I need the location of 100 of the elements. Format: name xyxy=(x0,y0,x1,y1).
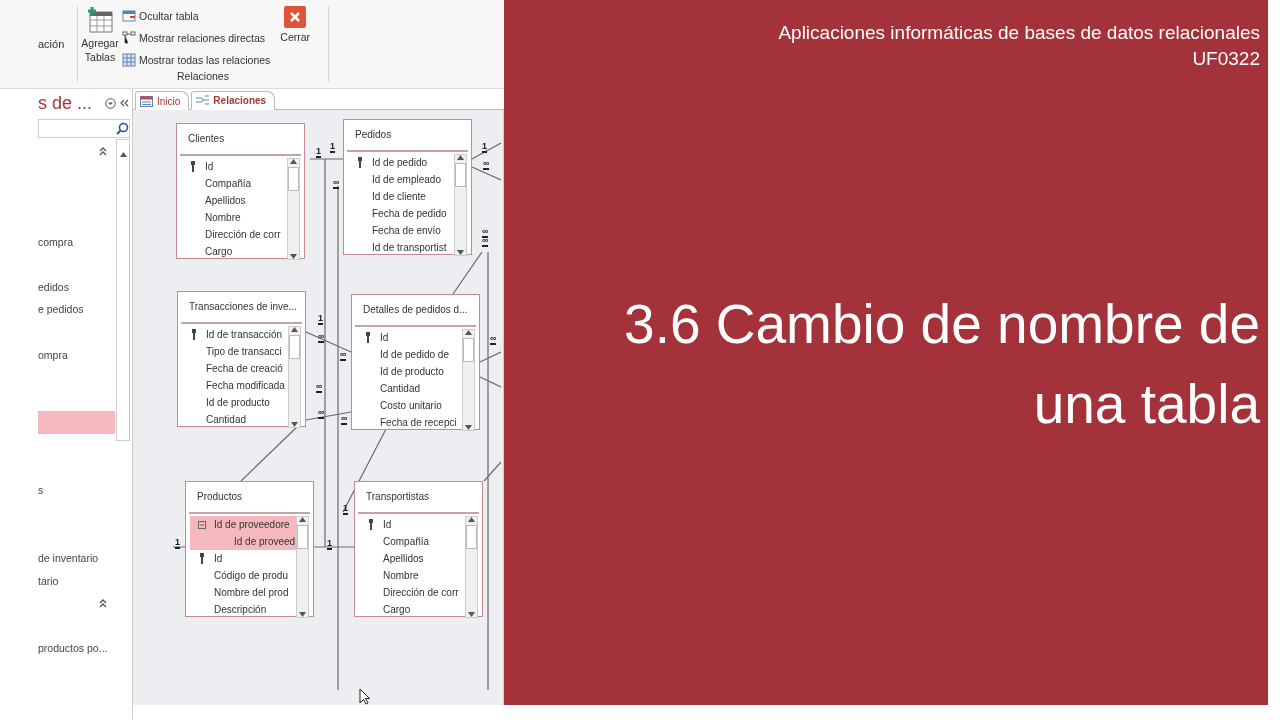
scrollbar[interactable] xyxy=(465,516,478,618)
table-title[interactable]: Clientes xyxy=(180,124,301,156)
collapse-icon[interactable] xyxy=(99,598,107,608)
scroll-up-icon[interactable] xyxy=(457,155,464,160)
close-button[interactable]: Cerrar xyxy=(278,6,313,44)
table-title[interactable]: Pedidos xyxy=(347,120,468,152)
scroll-thumb[interactable] xyxy=(466,525,477,549)
scroll-thumb[interactable] xyxy=(463,338,474,362)
table-window[interactable]: Transportistas Id Compañía Apellidos Nombre Dirección de corr Cargo xyxy=(354,481,483,617)
field-name[interactable]: Cantidad xyxy=(206,414,247,425)
scroll-up-icon[interactable] xyxy=(291,327,298,332)
field-name[interactable]: Id de pedido de xyxy=(380,349,449,360)
field-name[interactable]: Nombre xyxy=(383,570,419,581)
scroll-thumb[interactable] xyxy=(288,167,299,191)
scrollbar[interactable] xyxy=(287,158,300,260)
search-icon[interactable] xyxy=(116,122,129,135)
field-name[interactable]: Id xyxy=(383,519,392,530)
ribbon-label[interactable]: ación xyxy=(38,38,65,50)
hide-table-icon xyxy=(122,9,136,23)
field-name[interactable]: Apellidos xyxy=(205,195,246,206)
table-window[interactable]: Transacciones de inve... Id de transacción Tipo de transacci Fecha de creació Fecha modificada Id de producto Cantidad xyxy=(177,291,306,427)
ribbon-button[interactable]: Mostrar todas las relaciones xyxy=(122,50,271,70)
document-tab[interactable]: Relaciones xyxy=(191,91,276,110)
course-title: Aplicaciones informáticas de bases de datos relacionales xyxy=(778,21,1260,45)
scroll-up-icon[interactable] xyxy=(119,152,127,157)
scroll-up-icon[interactable] xyxy=(468,517,475,522)
scroll-thumb[interactable] xyxy=(297,525,308,549)
table-window[interactable]: Pedidos Id de pedido Id de empleado Id de cliente Fecha de pedido Fecha de envío Id de transportist xyxy=(343,119,472,255)
table-window[interactable]: Clientes Id Compañía Apellidos Nombre Dirección de corr Cargo xyxy=(176,123,305,259)
table-title[interactable]: Productos xyxy=(189,482,310,514)
scroll-down-icon[interactable] xyxy=(465,425,472,430)
field-name[interactable]: Cantidad xyxy=(380,383,421,394)
nav-item[interactable]: compra xyxy=(38,235,73,248)
field-name[interactable]: Código de produ xyxy=(214,570,288,581)
scrollbar[interactable] xyxy=(116,139,130,441)
dropdown-icon[interactable] xyxy=(105,97,116,109)
scroll-down-icon[interactable] xyxy=(457,250,464,255)
field-name[interactable]: Id xyxy=(214,553,223,564)
field-name[interactable]: Cargo xyxy=(205,246,233,257)
scroll-up-icon[interactable] xyxy=(465,330,472,335)
collapse-pane-icon[interactable] xyxy=(120,99,129,107)
scroll-thumb[interactable] xyxy=(455,163,466,187)
scroll-up-icon[interactable] xyxy=(299,517,306,522)
scroll-down-icon[interactable] xyxy=(468,612,475,617)
search-field[interactable] xyxy=(38,119,130,138)
field-name[interactable]: Id de empleado xyxy=(372,174,441,185)
field-name[interactable]: Compañía xyxy=(205,178,252,189)
field-name[interactable]: Nombre xyxy=(205,212,241,223)
cardinality-label: 1 xyxy=(318,314,323,325)
table-title[interactable]: Transacciones de inve... xyxy=(181,292,302,324)
nav-item[interactable]: productos po... xyxy=(38,642,108,655)
scroll-up-icon[interactable] xyxy=(290,159,297,164)
add-tables-button[interactable]: Agregar Tablas xyxy=(78,6,122,64)
nav-item[interactable]: ompra xyxy=(38,348,68,361)
field-name[interactable]: Nombre del prod xyxy=(214,587,289,598)
field-name[interactable]: Fecha modificada xyxy=(206,380,285,391)
cardinality-label: ∞ xyxy=(318,332,325,343)
field-name[interactable]: Fecha de recepci xyxy=(380,417,457,428)
field-name[interactable]: Fecha de pedido xyxy=(372,208,447,219)
field-name[interactable]: Tipo de transacci xyxy=(206,346,282,357)
scrollbar[interactable] xyxy=(462,329,475,431)
field-name[interactable]: Cargo xyxy=(383,604,411,615)
field-name[interactable]: Fecha de creació xyxy=(206,363,283,374)
scroll-down-icon[interactable] xyxy=(290,254,297,259)
scroll-down-icon[interactable] xyxy=(291,422,298,427)
scroll-thumb[interactable] xyxy=(289,335,300,359)
field-name[interactable]: Costo unitario xyxy=(380,400,442,411)
table-title[interactable]: Detalles de pedidos d... xyxy=(355,295,476,327)
field-name[interactable]: Id de pedido xyxy=(372,157,428,168)
field-name[interactable]: Apellidos xyxy=(383,553,424,564)
table-window[interactable]: Productos Id de proveedore Id de proveed Id Código de produ Nombre del prod Descripción xyxy=(185,481,314,617)
scrollbar[interactable] xyxy=(288,326,301,428)
scrollbar[interactable] xyxy=(454,154,467,256)
collapse-box-icon[interactable] xyxy=(198,520,206,529)
nav-item[interactable]: e pedidos xyxy=(38,303,84,316)
nav-item[interactable]: de inventario xyxy=(38,552,99,564)
field-name[interactable]: Id de producto xyxy=(206,397,270,408)
ribbon-button[interactable]: Ocultar tabla xyxy=(122,6,271,26)
field-name[interactable]: Id xyxy=(380,332,389,343)
ribbon-button[interactable]: Mostrar relaciones directas xyxy=(122,28,271,48)
field-name[interactable]: Id de transacción xyxy=(206,329,283,340)
nav-item[interactable]: tario xyxy=(38,574,59,587)
scrollbar[interactable] xyxy=(296,516,309,618)
table-title[interactable]: Transportistas xyxy=(358,482,479,514)
nav-pane-title[interactable]: s de ... xyxy=(38,92,101,114)
field-name[interactable]: Descripción xyxy=(214,604,267,615)
field-name[interactable]: Id de producto xyxy=(380,366,444,377)
field-name[interactable]: Compañía xyxy=(383,536,430,547)
document-tab[interactable]: Inicio xyxy=(135,91,190,110)
field-name[interactable]: Id de transportist xyxy=(372,242,447,253)
field-name[interactable]: Fecha de envío xyxy=(372,225,441,236)
field-name[interactable]: Dirección de corr xyxy=(205,229,281,240)
collapse-icon[interactable] xyxy=(99,146,107,156)
field-name[interactable]: Id de cliente xyxy=(372,191,426,202)
table-window[interactable]: Detalles de pedidos d... Id Id de pedido de Id de producto Cantidad Costo unitario Fecha de recepci xyxy=(351,294,480,430)
field-name[interactable]: Id xyxy=(205,161,214,172)
scroll-down-icon[interactable] xyxy=(299,612,306,617)
field-name[interactable]: Dirección de corr xyxy=(383,587,459,598)
nav-item[interactable]: edidos xyxy=(38,280,69,293)
nav-item[interactable]: s xyxy=(38,484,44,497)
